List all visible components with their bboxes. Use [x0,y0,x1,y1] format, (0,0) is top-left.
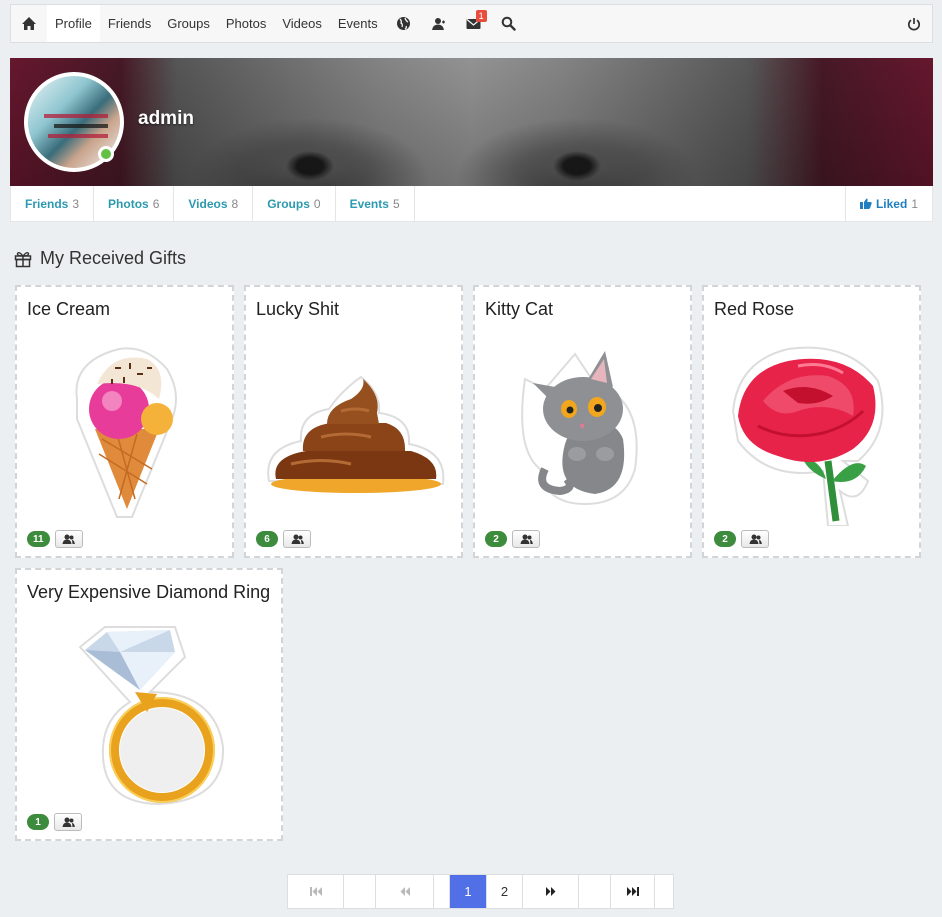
avatar-glitch-line [44,114,108,118]
section-title: My Received Gifts [40,248,187,268]
users-icon [62,534,75,544]
online-status-dot [98,146,114,162]
nav-profile[interactable]: Profile [47,5,100,42]
pagination-spacer [344,875,376,908]
poop-image [267,375,445,493]
globe-icon [396,17,410,30]
diamond-ring-image [78,626,225,806]
friend-requests-icon [431,17,445,30]
gift-icon [14,251,32,267]
gift-count-badge: 6 [256,531,278,547]
liked-button[interactable]: Liked 1 [844,186,932,221]
gift-senders-button[interactable] [512,530,540,548]
nav-videos[interactable]: Videos [274,5,330,42]
kitty-cat-image [521,351,638,506]
avatar-glitch-line [48,134,108,138]
gift-footer: 1 [27,813,82,831]
gift-count-badge: 2 [485,531,507,547]
gift-name: Red Rose [714,299,795,319]
users-icon [749,534,762,544]
gift-count-badge: 11 [27,531,50,547]
profile-username[interactable]: admin [138,108,194,130]
tab-groups[interactable]: Groups 0 [253,186,336,221]
tab-friends[interactable]: Friends 3 [11,186,95,221]
tab-videos[interactable]: Videos 8 [174,186,254,221]
page-2-button[interactable]: 2 [487,875,523,908]
gift-footer: 2 [485,530,540,548]
search-button[interactable] [491,5,526,42]
section-heading: My Received Gifts [14,248,186,269]
gift-name: Ice Cream [27,299,111,319]
gift-name: Very Expensive Diamond Ring [27,582,271,602]
red-rose-image [731,346,884,526]
avatar-glitch-line [54,124,108,128]
pagination-spacer [434,875,450,908]
gift-card-ice-cream[interactable]: Ice Cream 11 [15,285,234,558]
nav-friends[interactable]: Friends [100,5,159,42]
top-navigation: Profile Friends Groups Photos Videos Eve… [10,4,933,43]
gift-card-kitty-cat[interactable]: Kitty Cat 2 [473,285,692,558]
next-page-button[interactable] [523,875,579,908]
last-page-button[interactable] [611,875,655,908]
nav-events[interactable]: Events [330,5,386,42]
gift-card-diamond-ring[interactable]: Very Expensive Diamond Ring 1 [15,568,283,841]
ice-cream-image [75,347,177,518]
previous-page-icon [400,887,410,896]
previous-page-button[interactable] [376,875,434,908]
gift-footer: 6 [256,530,311,548]
gift-count-badge: 2 [714,531,736,547]
tab-events[interactable]: Events 5 [336,186,415,221]
pagination-spacer [655,875,673,908]
users-icon [520,534,533,544]
gift-senders-button[interactable] [54,813,82,831]
home-button[interactable] [11,5,47,42]
search-icon [501,16,516,31]
next-page-icon [545,887,555,896]
thumbs-up-icon [859,198,872,209]
gift-footer: 2 [714,530,769,548]
gift-senders-button[interactable] [283,530,311,548]
messages-badge: 1 [475,10,487,22]
pagination: 1 2 [287,874,674,909]
gift-card-lucky-shit[interactable]: Lucky Shit 6 [244,285,463,558]
users-icon [291,534,304,544]
friend-requests-button[interactable] [421,5,456,42]
gift-senders-button[interactable] [54,530,83,548]
logout-button[interactable] [896,5,932,42]
page-1-button[interactable]: 1 [450,875,487,908]
first-page-button[interactable] [288,875,344,908]
gift-name: Lucky Shit [256,299,340,319]
gift-senders-button[interactable] [741,530,769,548]
pagination-spacer [579,875,611,908]
nav-photos[interactable]: Photos [218,5,274,42]
nav-groups[interactable]: Groups [159,5,218,42]
gift-footer: 11 [27,530,83,548]
profile-cover: admin [10,58,933,186]
gift-name: Kitty Cat [485,299,554,319]
gift-count-badge: 1 [27,814,49,830]
globe-button[interactable] [386,5,421,42]
gift-card-red-rose[interactable]: Red Rose 2 [702,285,921,558]
tab-photos[interactable]: Photos 6 [94,186,175,221]
home-icon [22,17,36,30]
messages-button[interactable]: 1 [456,5,491,42]
profile-tabs: Friends 3 Photos 6 Videos 8 Groups 0 Events 5… [10,186,933,222]
first-page-icon [309,887,322,896]
power-icon [907,17,921,30]
users-icon [62,817,75,827]
last-page-icon [626,887,639,896]
